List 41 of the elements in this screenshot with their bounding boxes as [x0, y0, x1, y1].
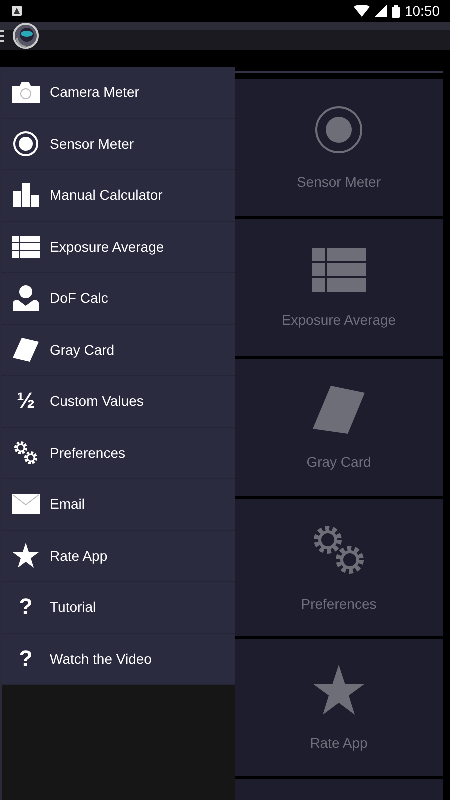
tile-label: Rate App — [310, 734, 368, 750]
menu-item[interactable]: ? Tutorial — [2, 582, 235, 634]
menu-item[interactable]: ? Watch the Video — [2, 634, 235, 685]
star-icon — [13, 543, 39, 568]
card-icon — [13, 338, 39, 362]
signal-icon — [374, 5, 387, 17]
menu-item[interactable]: Camera Meter — [2, 67, 235, 118]
card-icon — [313, 386, 365, 434]
notification-icon — [12, 6, 22, 16]
gears-icon — [312, 524, 366, 576]
wifi-icon — [354, 5, 370, 17]
table-icon — [12, 236, 40, 258]
menu-item[interactable]: Exposure Average — [2, 222, 235, 273]
gears-icon — [13, 440, 39, 466]
menu-item[interactable]: ½ Custom Values — [2, 376, 235, 428]
tile-label: Exposure Average — [282, 312, 396, 328]
clock-time: 10:50 — [404, 3, 440, 19]
star-icon — [313, 664, 365, 714]
envelope-icon — [12, 494, 40, 514]
menu-item[interactable]: Preferences — [2, 428, 235, 479]
battery-icon — [392, 4, 400, 18]
tile-label: Gray Card — [306, 454, 372, 470]
tile-label: Preferences — [301, 596, 377, 612]
menu-item[interactable]: Gray Card — [2, 324, 235, 376]
camera-icon — [12, 81, 40, 104]
menu-item[interactable]: Manual Calculator — [2, 170, 235, 222]
menu-item[interactable]: Email — [2, 479, 235, 530]
menu-icon[interactable] — [0, 30, 4, 42]
bar-chart-icon — [13, 183, 39, 208]
glyph-icon: ? — [19, 596, 33, 618]
person-icon — [13, 285, 39, 312]
menu-item[interactable]: Rate App — [2, 530, 235, 582]
menu-item[interactable]: Sensor Meter — [2, 118, 235, 170]
glyph-icon: ½ — [16, 390, 36, 412]
sensor-icon — [315, 106, 363, 154]
sensor-icon — [13, 130, 39, 157]
lens-logo-icon[interactable] — [12, 22, 40, 50]
tile-label: Sensor Meter — [296, 174, 382, 190]
glyph-icon: ? — [19, 648, 33, 670]
table-icon — [312, 248, 366, 292]
menu-item[interactable]: DoF Calc — [2, 273, 235, 324]
